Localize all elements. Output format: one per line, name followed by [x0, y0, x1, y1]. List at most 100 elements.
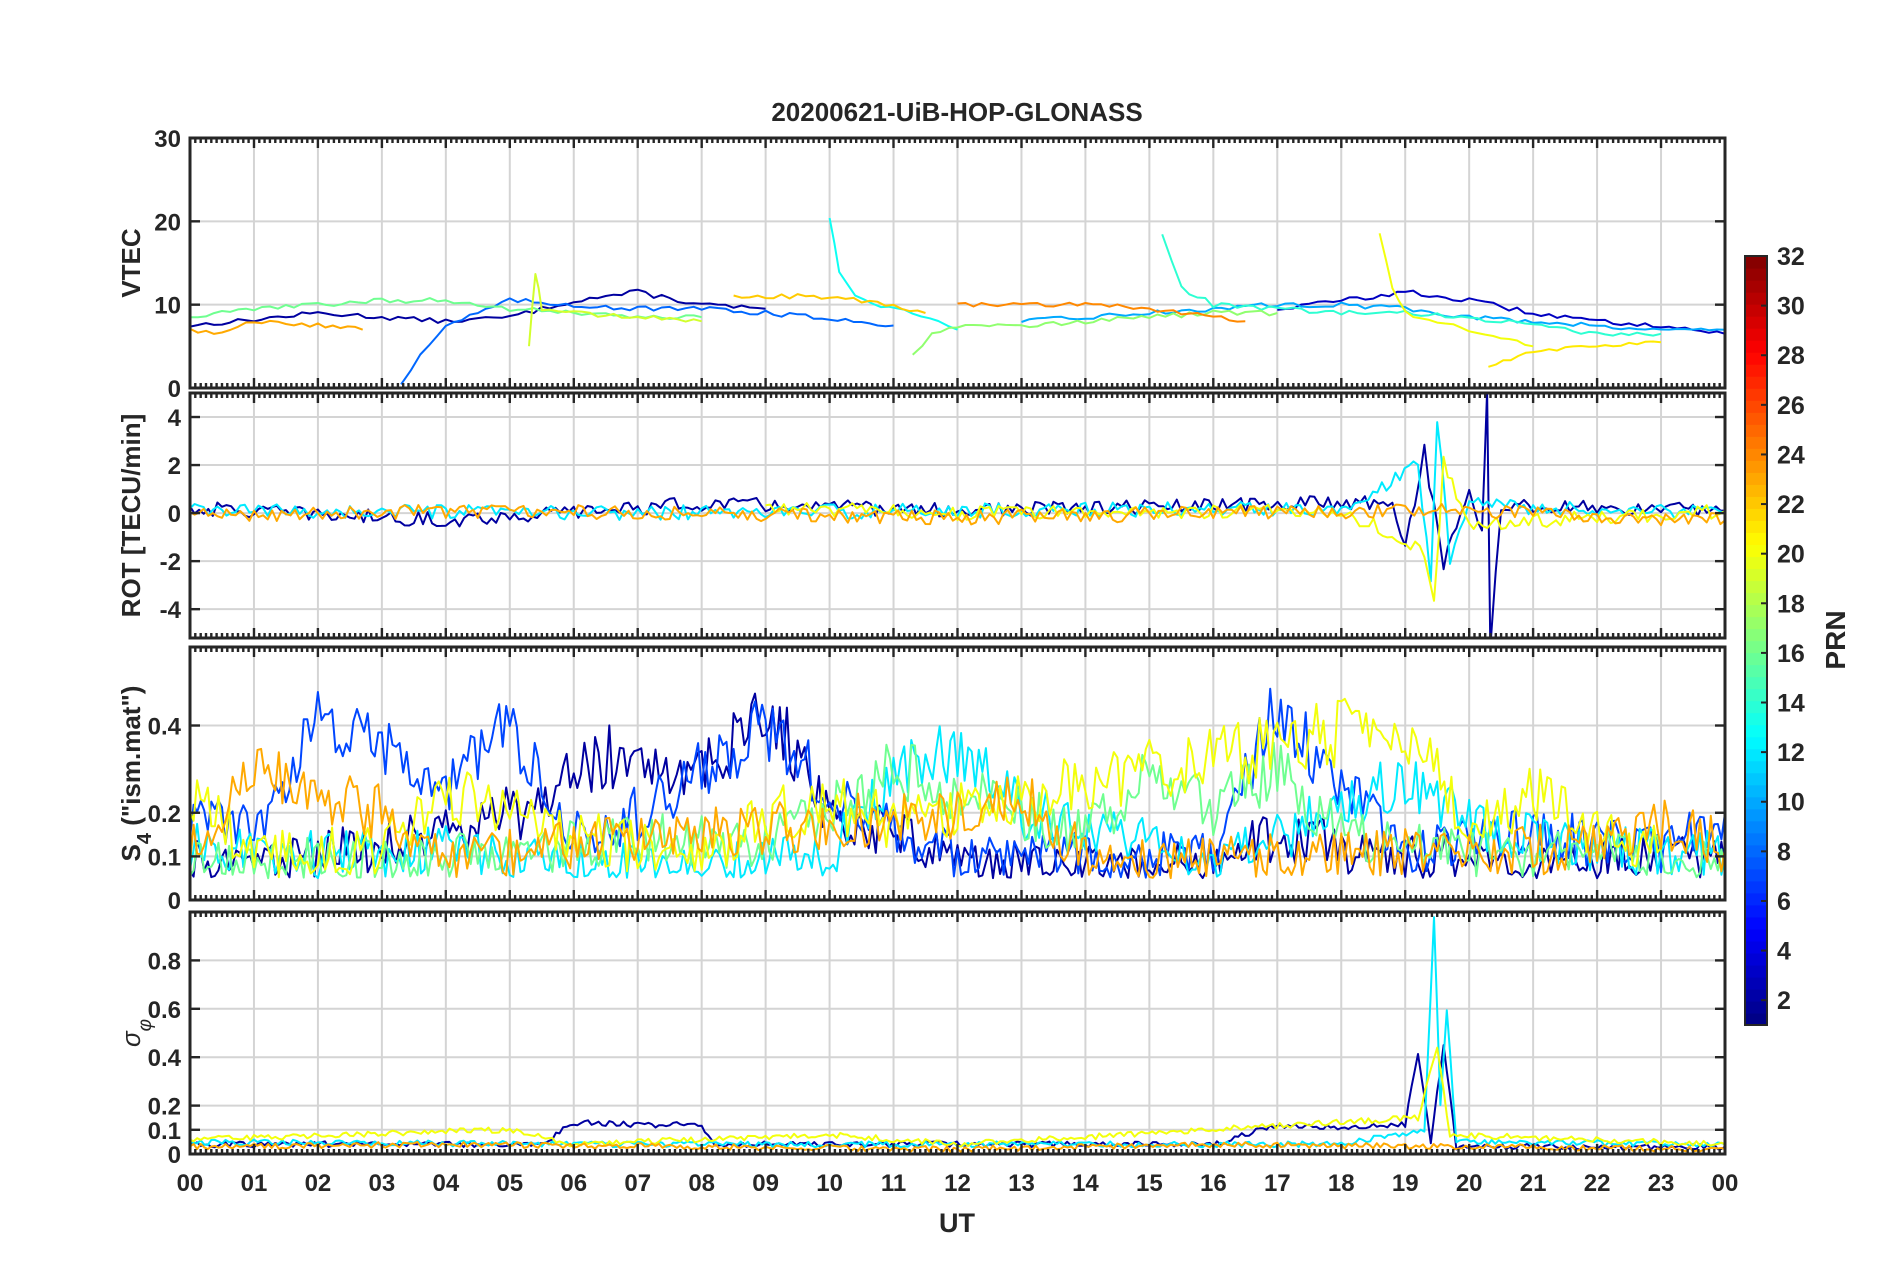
colorbar-band — [1745, 544, 1767, 557]
y-tick-label: 0.1 — [148, 1118, 181, 1145]
x-tick-label: 11 — [881, 1170, 906, 1197]
x-tick-label: 02 — [305, 1170, 332, 1197]
colorbar-tick-label: 32 — [1777, 243, 1805, 271]
y-label-sub: φ — [135, 1019, 156, 1031]
figure: 20200621-UiB-HOP-GLONASS 0102030VTEC-4-2… — [116, 97, 1851, 1238]
panel-VTEC: 0 10 20 30 VTEC — [116, 126, 1727, 403]
x-tick-label: 03 — [369, 1170, 396, 1197]
colorbar-band — [1745, 832, 1767, 846]
colorbar-tick-label: 30 — [1777, 293, 1805, 321]
colorbar-band — [1745, 880, 1767, 894]
colorbar-band — [1745, 628, 1767, 642]
colorbar-tick-label: 10 — [1777, 789, 1805, 817]
y-tick-label: 0.4 — [148, 1045, 182, 1072]
colorbar-band — [1745, 808, 1767, 822]
colorbar-band — [1745, 724, 1767, 738]
y-tick-label: 0.4 — [148, 714, 182, 741]
colorbar-band — [1745, 268, 1767, 281]
colorbar-band — [1745, 868, 1767, 882]
y-tick-label: 0.1 — [148, 844, 181, 871]
x-tick-label: 16 — [1200, 1170, 1227, 1197]
x-tick-label: 09 — [752, 1170, 779, 1197]
colorbar-band — [1745, 748, 1767, 762]
colorbar-band — [1745, 484, 1767, 497]
y-tick-label: 10 — [154, 293, 181, 320]
colorbar-tick-label: 2 — [1777, 987, 1791, 1015]
y-tick-label: 4 — [168, 405, 182, 432]
x-tick-label: 15 — [1136, 1170, 1163, 1197]
panel-S4: 0 0.1 0.2 0.4S4 ("ism.mat") — [116, 645, 1727, 915]
colorbar-tick-label: 26 — [1777, 392, 1805, 420]
colorbar-band — [1745, 676, 1767, 690]
colorbar-band — [1745, 424, 1767, 437]
colorbar-band — [1745, 712, 1767, 726]
colorbar-band — [1745, 664, 1767, 678]
x-tick-label: 00 — [1712, 1170, 1739, 1197]
colorbar-tick-label: 6 — [1777, 888, 1791, 916]
colorbar-band — [1745, 1012, 1767, 1026]
colorbar-band — [1745, 328, 1767, 341]
colorbar-band — [1745, 856, 1767, 870]
x-tick-label: 00 — [177, 1170, 204, 1197]
colorbar-band — [1745, 904, 1767, 918]
colorbar-tick-label: 24 — [1777, 441, 1805, 469]
colorbar-band — [1745, 820, 1767, 834]
figure-title: 20200621-UiB-HOP-GLONASS — [771, 97, 1142, 127]
y-tick-label: 0 — [168, 376, 181, 403]
x-tick-label: 06 — [560, 1170, 587, 1197]
colorbar-band — [1745, 784, 1767, 798]
colorbar-band — [1745, 556, 1767, 570]
colorbar-band — [1745, 508, 1767, 521]
series-prn-20 — [1378, 233, 1534, 348]
colorbar-label: PRN — [1820, 610, 1851, 669]
colorbar-band — [1745, 640, 1767, 654]
series-prn-21 — [1488, 340, 1662, 368]
colorbar-band — [1745, 580, 1767, 594]
colorbar-tick-label: 16 — [1777, 640, 1805, 668]
y-tick-label: 2 — [168, 453, 181, 480]
colorbar-band — [1745, 892, 1767, 906]
series-prn-8 — [400, 297, 894, 385]
colorbar-band — [1745, 292, 1767, 305]
y-axis-label: VTEC — [116, 228, 146, 298]
x-tick-label: 20 — [1456, 1170, 1483, 1197]
colorbar-band — [1745, 652, 1767, 666]
x-tick-label: 14 — [1072, 1170, 1099, 1197]
colorbar-band — [1745, 952, 1767, 966]
colorbar-band — [1745, 280, 1767, 293]
y-tick-label: 0.2 — [148, 801, 181, 828]
panel-sigma_phi: 00.10.20.40.60.8σφ — [116, 910, 1727, 1169]
colorbar-band — [1745, 568, 1767, 582]
series-prn-20 — [765, 455, 1725, 602]
colorbar-band — [1745, 760, 1767, 774]
colorbar-band — [1745, 436, 1767, 449]
colorbar-band — [1745, 352, 1767, 365]
colorbar-band — [1745, 736, 1767, 750]
colorbar-band — [1745, 976, 1767, 990]
series-prn-14 — [1161, 233, 1662, 337]
x-tick-label: 07 — [624, 1170, 651, 1197]
colorbar-band — [1745, 256, 1767, 269]
y-tick-label: 0.2 — [148, 1094, 181, 1121]
x-tick-label: 13 — [1008, 1170, 1035, 1197]
colorbar-band — [1745, 400, 1767, 413]
colorbar-band — [1745, 796, 1767, 810]
y-axis-label: S4 ("ism.mat") — [116, 686, 156, 862]
colorbar-band — [1745, 688, 1767, 702]
x-tick-label: 23 — [1648, 1170, 1675, 1197]
y-tick-label: 20 — [154, 209, 181, 236]
colorbar-band — [1745, 412, 1767, 425]
colorbar-tick-label: 4 — [1777, 938, 1791, 966]
y-label-main: σ — [116, 1030, 146, 1047]
colorbar: 2468101214161820222426283032 — [1744, 243, 1805, 1026]
colorbar-band — [1745, 616, 1767, 630]
colorbar-band — [1745, 496, 1767, 509]
colorbar-tick-label: 18 — [1777, 590, 1805, 618]
y-tick-label: 0.8 — [148, 948, 181, 975]
y-axis-label: σφ — [116, 1019, 156, 1047]
series-prn-23 — [190, 319, 364, 335]
colorbar-band — [1745, 1000, 1767, 1014]
colorbar-band — [1745, 916, 1767, 930]
colorbar-band — [1745, 376, 1767, 389]
colorbar-band — [1745, 520, 1767, 533]
